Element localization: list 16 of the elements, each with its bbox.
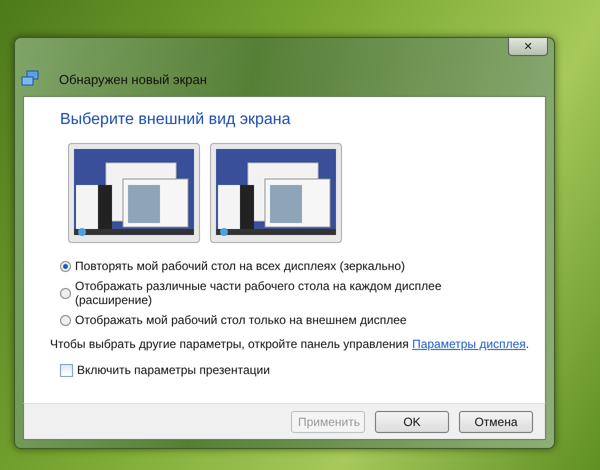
radio-option[interactable]: Повторять мой рабочий стол на всех дисплеях (зеркально) bbox=[60, 259, 450, 273]
monitors-icon bbox=[21, 70, 39, 88]
dialog-button[interactable]: OK bbox=[375, 410, 449, 432]
radio-button[interactable] bbox=[60, 288, 71, 298]
radio-button[interactable] bbox=[60, 260, 71, 272]
radio-option[interactable]: Отображать различные части рабочего стола на каждом дисплее (расширение) bbox=[60, 279, 450, 307]
window-title: Обнаружен новый экран bbox=[59, 72, 207, 86]
hint-text: Чтобы выбрать другие параметры, откройте панель управления Параметры дисплея. bbox=[50, 337, 530, 351]
checkbox[interactable] bbox=[60, 364, 73, 376]
radio-button[interactable] bbox=[60, 314, 71, 326]
dialog-heading: Выберите внешний вид экрана bbox=[60, 111, 292, 129]
display-settings-link[interactable]: Параметры дисплея bbox=[412, 337, 526, 351]
close-button[interactable]: ✕ bbox=[508, 38, 548, 56]
radio-option[interactable]: Отображать мой рабочий стол только на внешнем дисплее bbox=[60, 313, 450, 327]
dialog-button[interactable]: Отмена bbox=[459, 410, 533, 432]
presentation-checkbox-option[interactable]: Включить параметры презентации bbox=[60, 363, 521, 377]
